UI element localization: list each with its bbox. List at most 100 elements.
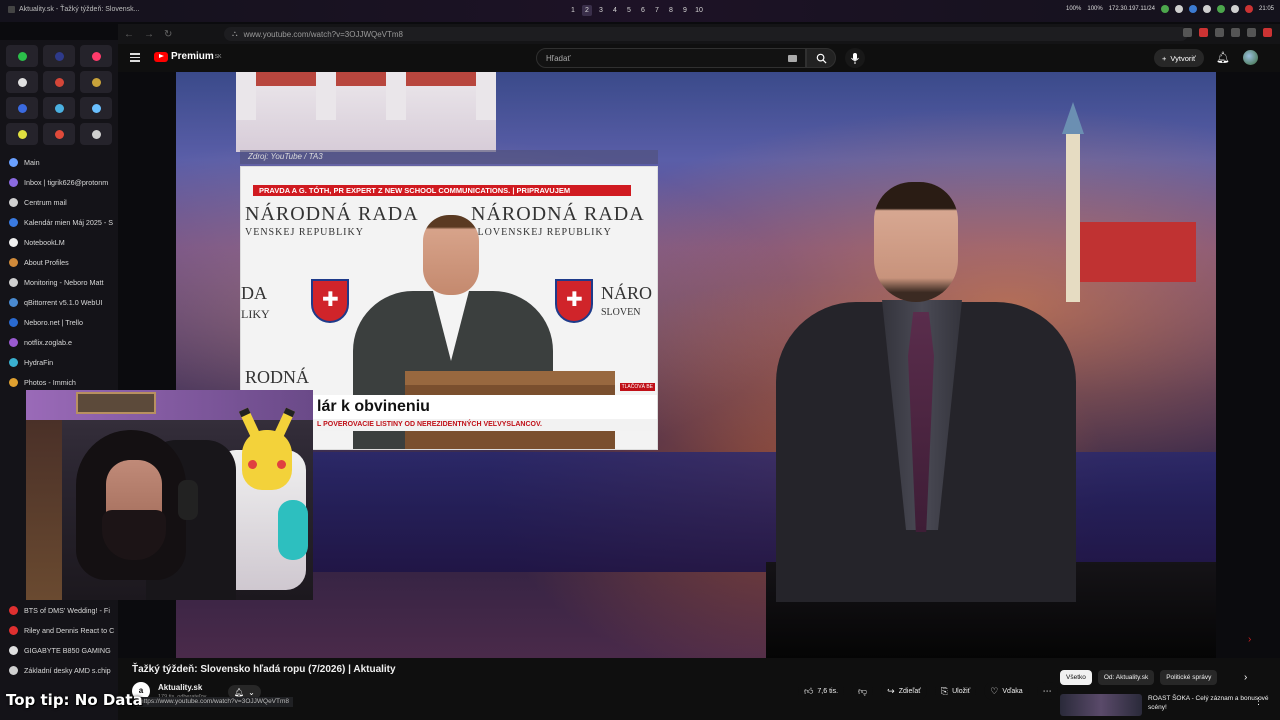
keyboard-icon[interactable] [788,55,797,62]
tray-discord-icon[interactable] [1230,5,1239,13]
youtube-logo[interactable]: Premium SK [154,51,221,62]
filter-chip[interactable]: Politické správy [1160,670,1218,685]
sidebar-tab[interactable]: Inbox | tigrik626@protonm [0,172,118,192]
sidebar-tab[interactable]: BTS of DMS' Wedding! - Fi [0,600,118,620]
favicon-icon [9,645,18,655]
pinned-tab[interactable] [80,123,112,145]
recommended-thumbnail[interactable] [1060,694,1142,716]
pinned-site-icon [91,103,101,113]
pinned-tab[interactable] [43,45,75,67]
app-icon [8,6,15,13]
recommended-video[interactable]: ROAST ŠOKA - Celý záznam a bonusové scén… [1060,692,1280,718]
sidebar-tab[interactable]: Photos - Immich [0,372,118,392]
castle-tower [476,72,496,120]
pinned-tab[interactable] [6,97,38,119]
like-button[interactable]: 👍︎ 7,6 tis. [798,682,845,700]
sidebar-tab[interactable]: Monitoring - Neboro Matt [0,272,118,292]
sidebar-tab[interactable]: Riley and Dennis React to C [0,620,118,640]
workspace-9[interactable]: 9 [680,5,690,16]
favicon-icon [9,337,18,347]
pinned-tab[interactable] [43,71,75,93]
search-input[interactable]: Hľadať [536,48,806,68]
pinned-tab[interactable] [6,123,38,145]
pinned-tab[interactable] [43,123,75,145]
pinned-site-icon [17,129,27,139]
video-player[interactable]: Zdroj: YouTube / TA3 PRAVDA A G. TÓTH, P… [176,72,1216,658]
favicon-icon [9,197,18,207]
sidebar-tab-label: Riley and Dennis React to C [24,625,115,635]
puzzle-icon[interactable] [1231,28,1240,37]
menu-icon[interactable] [1263,28,1272,37]
sidebar-tab[interactable]: qBittorrent v5.1.0 WebUI [0,292,118,312]
like-count: 7,6 tis. [817,687,839,695]
share-button[interactable]: ↪ Zdieľať [881,682,927,700]
dislike-button[interactable]: 👎︎ [852,682,874,700]
download-icon[interactable] [1247,28,1256,37]
reload-icon[interactable]: ↻ [164,29,172,40]
workspace-2[interactable]: 2 [582,5,592,16]
notifications-bell-icon[interactable]: 🔔︎ [1216,51,1230,64]
tray-notification-icon[interactable] [1244,5,1253,13]
sidebar-tab[interactable]: Základní desky AMD s.chip [0,660,118,680]
workspace-4[interactable]: 4 [610,5,620,16]
forward-icon[interactable]: → [144,29,154,40]
sidebar-tab[interactable]: Kalendár mien Máj 2025 - S [0,212,118,232]
search-button[interactable] [806,48,836,68]
tray-network-icon[interactable] [1160,5,1169,13]
tray-telegram-icon[interactable] [1202,5,1211,13]
pinned-tab[interactable] [80,45,112,67]
more-actions-button[interactable]: ⋯ [1036,682,1058,700]
shield-icon[interactable] [1215,28,1224,37]
workspace-10[interactable]: 10 [694,5,704,16]
hamburger-menu-icon[interactable] [130,53,140,62]
pinned-tab[interactable] [6,71,38,93]
translate-icon[interactable] [1183,28,1192,37]
workspace-5[interactable]: 5 [624,5,634,16]
filter-chip[interactable]: Všetko [1060,670,1092,685]
sidebar-tab[interactable]: About Profiles [0,252,118,272]
webcam-picture-frame [76,392,156,414]
pinned-site-icon [91,77,101,87]
chevron-right-icon[interactable]: › [1244,672,1247,683]
tray-bluetooth-icon[interactable] [1188,5,1197,13]
site-info-icon[interactable]: ⛬ [232,29,238,39]
sidebar-tab[interactable]: NotebookLM [0,232,118,252]
sidebar-tab[interactable]: Centrum mail [0,192,118,212]
plus-icon: + [1162,53,1167,63]
workspace-7[interactable]: 7 [652,5,662,16]
tray-steam-icon[interactable] [1216,5,1225,13]
webcam-shelf [26,390,313,420]
tray-battery-icon[interactable] [1174,5,1183,13]
sidebar-tab[interactable]: GIGABYTE B850 GAMING [0,640,118,660]
save-button[interactable]: ⎘ Uložiť [934,682,977,700]
favicon-icon [9,377,18,387]
more-vertical-icon[interactable]: ⋮ [1254,696,1263,707]
sidebar-tab[interactable]: Neboro.net | Trello [0,312,118,332]
sidebar-tab[interactable]: notflix.zoglab.e [0,332,118,352]
backdrop-fragment: NÁRO [601,283,653,303]
workspace-3[interactable]: 3 [596,5,606,16]
sidebar-tab[interactable]: HydraFin [0,352,118,372]
filter-chip[interactable]: Od: Aktuality.sk [1097,670,1155,685]
voice-search-button[interactable] [845,48,865,68]
window-title: Aktuality.sk - Ťažký týždeň: Slovensk... [8,6,139,13]
pinned-tab[interactable] [80,97,112,119]
pinned-tabs [6,45,112,145]
channel-name[interactable]: Aktuality.sk [158,683,202,692]
workspace-1[interactable]: 1 [568,5,578,16]
pinned-tab[interactable] [80,71,112,93]
address-bar[interactable]: ⛬ www.youtube.com/watch?v=3OJJWQeVTm8 [224,27,1188,41]
favicon-icon [9,257,18,267]
account-avatar[interactable] [1243,50,1258,65]
thanks-button[interactable]: ♡ Vďaka [984,682,1029,700]
pinned-tab[interactable] [6,45,38,67]
extension-icon[interactable] [1199,28,1208,37]
pinned-tab[interactable] [43,97,75,119]
create-button[interactable]: + Vytvoriť [1154,49,1204,67]
workspace-8[interactable]: 8 [666,5,676,16]
sidebar-tab[interactable]: Main [0,152,118,172]
next-arrow-icon[interactable]: › [1248,634,1251,645]
back-icon[interactable]: ← [124,29,134,40]
workspace-6[interactable]: 6 [638,5,648,16]
country-code: SK [214,53,222,60]
